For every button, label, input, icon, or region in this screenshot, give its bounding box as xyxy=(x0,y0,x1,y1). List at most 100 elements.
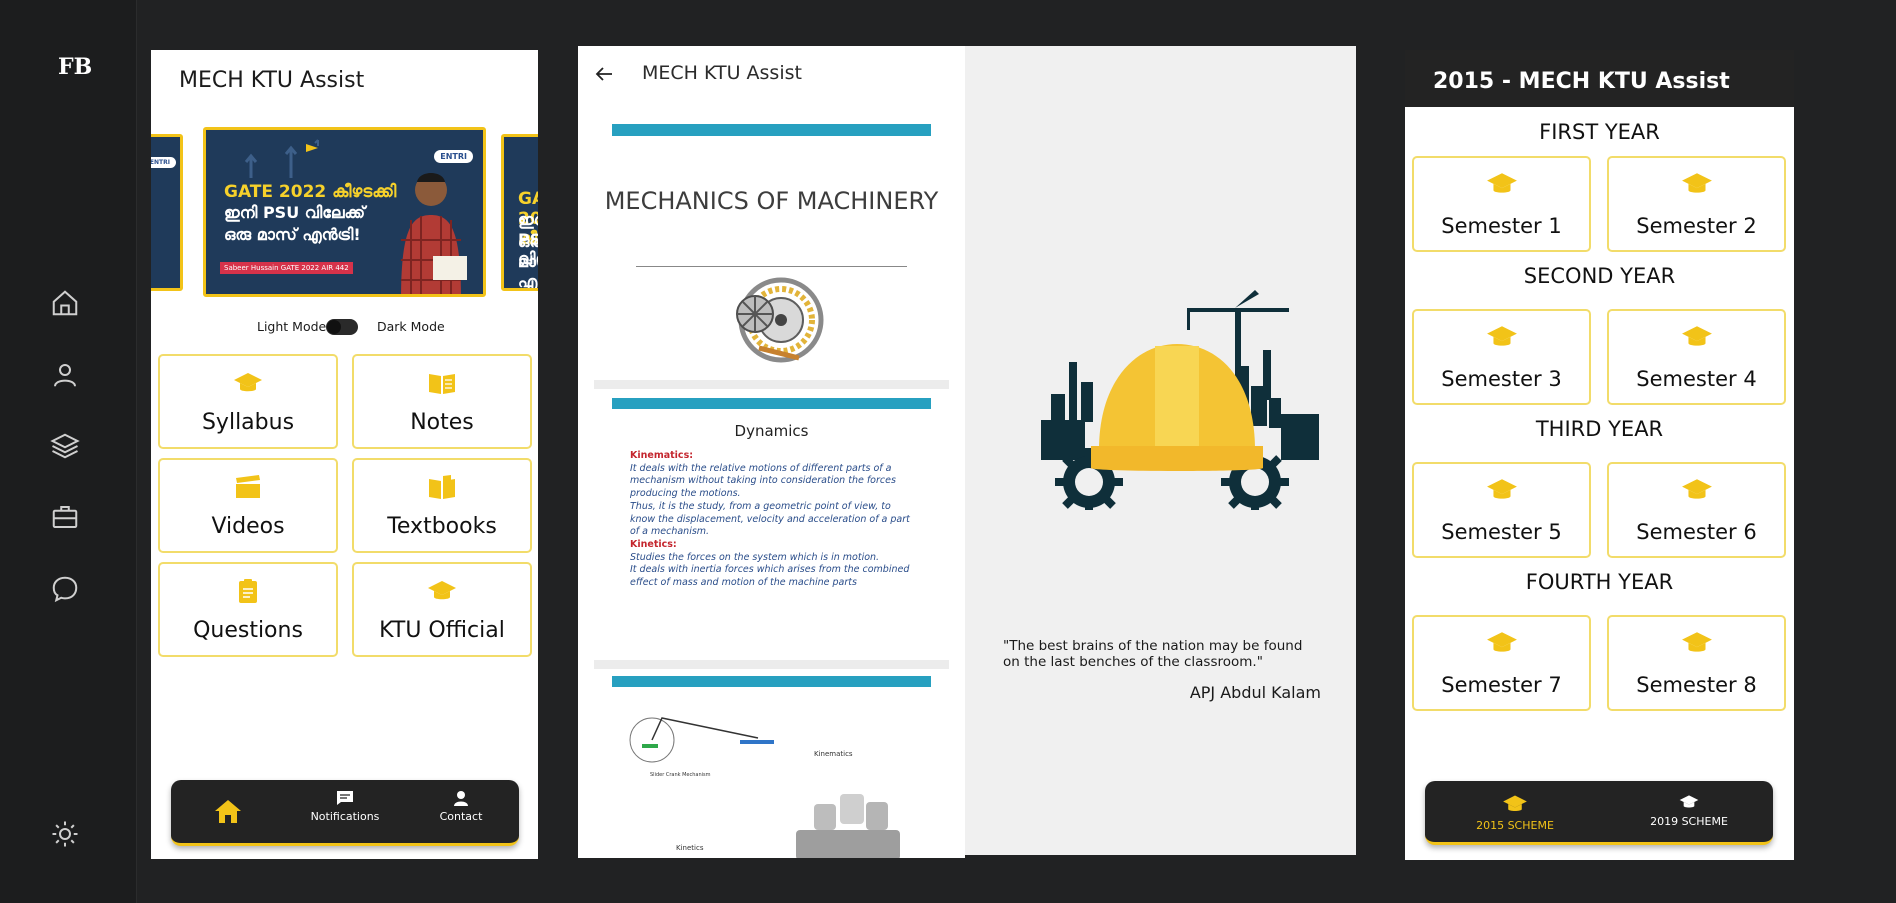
semester-label: Semester 5 xyxy=(1441,520,1562,544)
nav-2015-scheme[interactable]: 2015 SCHEME xyxy=(1445,793,1585,832)
home-icon[interactable] xyxy=(50,288,80,318)
semester-5-button[interactable]: Semester 5 xyxy=(1412,462,1591,558)
pdf-page-2: Dynamics Kinematics: It deals with the r… xyxy=(594,396,949,654)
banner-line-3: ഒരു മാസ് എൻട്രി! xyxy=(224,225,361,244)
semester-8-button[interactable]: Semester 8 xyxy=(1607,615,1786,711)
theme-switch[interactable] xyxy=(326,319,358,335)
tile-ktu-official[interactable]: KTU Official xyxy=(352,562,532,657)
banner-strip: Sabeer Hussain GATE 2022 AIR 442 xyxy=(220,262,353,274)
person-icon xyxy=(454,791,468,806)
tile-label: Videos xyxy=(211,514,285,539)
banner-line-1: GATE 2022 കീഴടക്കി xyxy=(224,182,397,202)
semester-2-button[interactable]: Semester 2 xyxy=(1607,156,1786,252)
kinetics-caption: Kinetics xyxy=(676,844,704,852)
quote-text: "The best brains of the nation may be fo… xyxy=(1003,638,1303,670)
kinetics-point-2: It deals with inertia forces which arise… xyxy=(630,564,910,589)
clipboard-icon xyxy=(233,578,263,604)
kinetics-point-1: Studies the forces on the system which i… xyxy=(630,551,880,563)
gear-mechanism-image xyxy=(736,277,824,363)
page-header-bar xyxy=(612,676,931,687)
semester-label: Semester 2 xyxy=(1636,214,1757,238)
semester-label: Semester 8 xyxy=(1636,673,1757,697)
theme-toggle-row: Light Mode Dark Mode xyxy=(151,316,538,338)
engineering-helmet-illustration xyxy=(1041,290,1319,510)
light-mode-label: Light Mode xyxy=(257,319,327,334)
banner-badge: ENTRI xyxy=(151,157,176,168)
slider-crank-diagram xyxy=(629,717,774,763)
semester-label: Semester 3 xyxy=(1441,367,1562,391)
year-heading: THIRD YEAR xyxy=(1535,417,1664,441)
pdf-page-1: MECHANICS OF MACHINERY xyxy=(594,120,949,420)
app-logo: FB xyxy=(58,54,93,80)
sun-icon[interactable] xyxy=(50,819,80,849)
tile-label: KTU Official xyxy=(379,618,505,643)
semester-6-button[interactable]: Semester 6 xyxy=(1607,462,1786,558)
graduation-cap-icon xyxy=(1681,629,1713,655)
year-heading: FIRST YEAR xyxy=(1539,120,1660,144)
book-icon xyxy=(427,474,457,500)
tile-label: Textbooks xyxy=(387,514,497,539)
title-rule xyxy=(636,266,907,267)
semester-label: Semester 4 xyxy=(1636,367,1757,391)
mechanism-caption: Slider Crank Mechanism xyxy=(650,772,711,778)
banner-slide[interactable]: ENTRI GATE 2022 കീഴടക്കി ഇനി PSU വിലേക്ക… xyxy=(203,127,486,297)
graduation-cap-icon xyxy=(233,370,263,396)
app-title: MECH KTU Assist xyxy=(179,68,365,93)
tile-questions[interactable]: Questions xyxy=(158,562,338,657)
briefcase-icon[interactable] xyxy=(50,502,80,532)
chat-icon[interactable] xyxy=(50,574,80,604)
kinematics-point-2: Thus, it is the study, from a geometric … xyxy=(630,500,910,538)
user-icon[interactable] xyxy=(50,360,80,390)
pdf-page-2-body: Kinematics: It deals with the relative m… xyxy=(630,450,915,590)
kinematics-caption: Kinematics xyxy=(814,750,853,758)
semesters-title: 2015 - MECH KTU Assist xyxy=(1433,69,1730,94)
dark-mode-label: Dark Mode xyxy=(377,319,445,334)
arrows-graphic xyxy=(244,139,319,178)
graduation-cap-icon xyxy=(427,578,457,604)
nav-2019-label: 2019 SCHEME xyxy=(1650,815,1728,828)
kinematics-point-1: It deals with the relative motions of di… xyxy=(630,462,896,500)
banner-line-2: ഇനി PSU വിലേക്ക് xyxy=(224,203,366,222)
left-rail: FB xyxy=(0,0,137,903)
layers-icon[interactable] xyxy=(50,431,80,461)
home-screen: MECH KTU Assist ENTRI ENTRI GATE 2022 കീ… xyxy=(151,50,538,859)
page-header-bar xyxy=(612,398,931,409)
tile-videos[interactable]: Videos xyxy=(158,458,338,553)
tile-label: Questions xyxy=(193,618,303,643)
semester-3-button[interactable]: Semester 3 xyxy=(1412,309,1591,405)
pdf-page-2-title: Dynamics xyxy=(734,422,809,440)
quote-author: APJ Abdul Kalam xyxy=(1189,683,1321,702)
pdf-viewer-screen: MECH KTU Assist MECHANICS OF MACHINERY D… xyxy=(578,46,965,858)
graduation-cap-icon xyxy=(1486,629,1518,655)
graduation-cap-icon xyxy=(1486,323,1518,349)
semester-label: Semester 1 xyxy=(1441,214,1562,238)
nav-contact[interactable]: Contact xyxy=(411,790,511,823)
nav-notifications[interactable]: Notifications xyxy=(295,790,395,823)
bottom-nav: Notifications Contact xyxy=(171,780,519,846)
semesters-header: 2015 - MECH KTU Assist xyxy=(1405,50,1794,107)
semesters-screen: 2015 - MECH KTU Assist FIRST YEAR Semest… xyxy=(1405,50,1794,860)
nav-home[interactable] xyxy=(178,798,278,828)
semester-1-button[interactable]: Semester 1 xyxy=(1412,156,1591,252)
scheme-bottom-nav: 2015 SCHEME 2019 SCHEME xyxy=(1425,781,1773,845)
semester-7-button[interactable]: Semester 7 xyxy=(1412,615,1591,711)
graduation-cap-icon xyxy=(1503,795,1527,811)
banner-slide-prev[interactable]: ENTRI xyxy=(151,134,183,291)
nav-2019-scheme[interactable]: 2019 SCHEME xyxy=(1619,793,1759,828)
person-photo xyxy=(401,173,467,294)
graduation-cap-icon xyxy=(1681,476,1713,502)
tile-syllabus[interactable]: Syllabus xyxy=(158,354,338,449)
semester-4-button[interactable]: Semester 4 xyxy=(1607,309,1786,405)
nav-2015-label: 2015 SCHEME xyxy=(1476,819,1554,832)
chat-bubble-icon xyxy=(337,791,353,805)
tile-notes[interactable]: Notes xyxy=(352,354,532,449)
tile-label: Notes xyxy=(410,410,474,435)
splash-screen: "The best brains of the nation may be fo… xyxy=(965,46,1356,855)
banner-carousel[interactable]: ENTRI ENTRI GATE 2022 കീഴടക്കി ഇനി PSU വ… xyxy=(151,122,538,297)
graduation-cap-icon xyxy=(1681,323,1713,349)
pdf-app-title: MECH KTU Assist xyxy=(642,62,802,84)
tile-textbooks[interactable]: Textbooks xyxy=(352,458,532,553)
back-arrow-icon[interactable] xyxy=(592,62,616,86)
banner-slide-next[interactable]: GATE 2022 കീഴടക്കി ഇനി PSU വിലേക്ക് ഒരു … xyxy=(501,134,538,291)
nav-contact-label: Contact xyxy=(439,810,483,823)
